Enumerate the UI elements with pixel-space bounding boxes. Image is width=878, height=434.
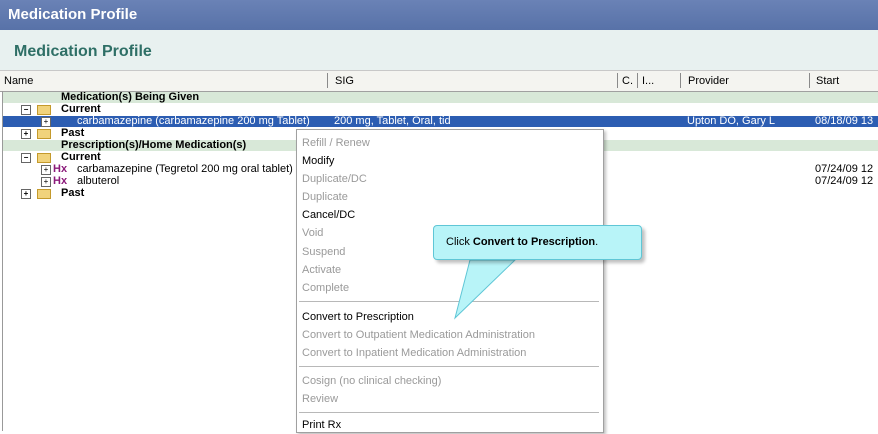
menu-item-convert-inpatient[interactable]: Convert to Inpatient Medication Administ… <box>301 344 526 362</box>
menu-item-duplicate[interactable]: Duplicate <box>301 188 348 206</box>
group-label: Prescription(s)/Home Medication(s) <box>61 139 247 151</box>
expand-icon[interactable]: + <box>21 189 31 199</box>
callout-pointer <box>454 259 517 320</box>
node-label: Current <box>61 151 101 163</box>
menu-separator <box>299 366 599 367</box>
menu-item-refill-renew[interactable]: Refill / Renew <box>301 134 370 152</box>
collapse-icon[interactable]: − <box>21 153 31 163</box>
menu-item-review[interactable]: Review <box>301 390 338 408</box>
folder-icon <box>37 153 51 163</box>
menu-item-print-rx[interactable]: Print Rx <box>301 416 341 434</box>
column-divider[interactable] <box>680 73 681 88</box>
page-title: Medication Profile <box>0 30 878 70</box>
menu-item-cancel-dc[interactable]: Cancel/DC <box>301 206 355 224</box>
menu-item-complete[interactable]: Complete <box>301 279 349 297</box>
column-divider[interactable] <box>617 73 618 88</box>
menu-item-activate[interactable]: Activate <box>301 261 341 279</box>
menu-item-modify[interactable]: Modify <box>301 152 334 170</box>
menu-item-convert-to-prescription[interactable]: Convert to Prescription <box>301 308 414 326</box>
menu-item-cosign[interactable]: Cosign (no clinical checking) <box>301 372 441 390</box>
home-med-icon: Hx <box>53 175 68 187</box>
med-start: 07/24/09 12 <box>815 163 874 175</box>
node-label: Past <box>61 187 85 199</box>
menu-item-void[interactable]: Void <box>301 224 323 242</box>
column-c[interactable]: C. <box>622 75 633 87</box>
med-name: carbamazepine (carbamazepine 200 mg Tabl… <box>77 115 310 127</box>
node-label: Past <box>61 127 85 139</box>
menu-separator <box>299 412 599 413</box>
column-name[interactable]: Name <box>4 75 33 87</box>
column-start[interactable]: Start <box>816 75 839 87</box>
med-provider: Upton DO, Gary L <box>687 115 776 127</box>
column-divider[interactable] <box>809 73 810 88</box>
folder-icon <box>37 105 51 115</box>
column-sig[interactable]: SIG <box>335 75 354 87</box>
menu-item-duplicate-dc[interactable]: Duplicate/DC <box>301 170 367 188</box>
med-name: albuterol <box>77 175 120 187</box>
callout-bold: Convert to Prescription <box>472 236 596 248</box>
callout-prefix: Click <box>446 236 473 248</box>
node-label: Current <box>61 103 101 115</box>
group-header-being-given: Medication(s) Being Given <box>3 92 878 103</box>
table-row[interactable]: + carbamazepine (carbamazepine 200 mg Ta… <box>3 116 878 127</box>
expand-icon[interactable]: + <box>41 165 51 175</box>
expand-icon[interactable]: + <box>41 177 51 187</box>
column-i[interactable]: I... <box>642 75 654 87</box>
column-provider[interactable]: Provider <box>688 75 729 87</box>
med-name: carbamazepine (Tegretol 200 mg oral tabl… <box>77 163 293 175</box>
med-sig: 200 mg, Tablet, Oral, tid <box>334 115 451 127</box>
collapse-icon[interactable]: − <box>21 105 31 115</box>
window-title: Medication Profile <box>0 0 878 30</box>
callout-suffix: . <box>595 236 599 248</box>
expand-icon[interactable]: + <box>41 117 51 127</box>
column-divider[interactable] <box>637 73 638 88</box>
folder-icon <box>37 189 51 199</box>
med-start: 07/24/09 12 <box>815 175 874 187</box>
column-header: Name SIG C. I... Provider Start <box>0 70 878 92</box>
home-med-icon: Hx <box>53 163 68 175</box>
folder-icon <box>37 129 51 139</box>
med-start: 08/18/09 13 <box>815 115 874 127</box>
menu-item-suspend[interactable]: Suspend <box>301 243 345 261</box>
column-divider[interactable] <box>327 73 328 88</box>
instruction-callout: Click Convert to Prescription. <box>433 225 642 260</box>
tree-node-current[interactable]: − Current <box>3 104 878 115</box>
group-label: Medication(s) Being Given <box>61 91 200 103</box>
expand-icon[interactable]: + <box>21 129 31 139</box>
